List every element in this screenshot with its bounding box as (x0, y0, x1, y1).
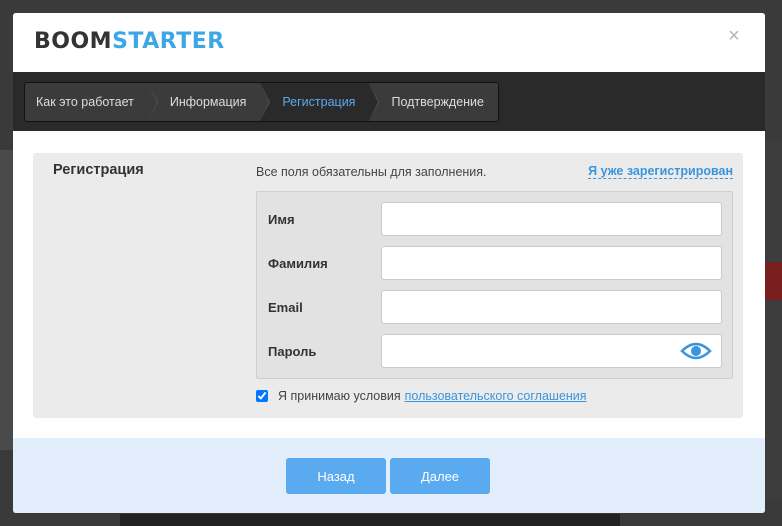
email-label: Email (268, 300, 303, 315)
logo-part-boom: BOOM (34, 29, 113, 54)
step-separator-inner (260, 83, 270, 121)
terms-agreement: Я принимаю условия пользовательского сог… (256, 389, 587, 403)
first-name-label: Имя (268, 212, 295, 227)
terms-checkbox[interactable] (256, 390, 268, 402)
modal-header: BOOMSTARTER × (13, 13, 765, 72)
step-how-it-works[interactable]: Как это работает (25, 83, 158, 121)
last-name-row: Фамилия (257, 246, 732, 282)
password-input[interactable] (381, 334, 722, 368)
last-name-label: Фамилия (268, 256, 328, 271)
email-row: Email (257, 290, 732, 326)
modal-footer: Назад Далее (13, 438, 765, 513)
step-information[interactable]: Информация (147, 83, 271, 121)
email-input[interactable] (381, 290, 722, 324)
background-bottom-strip (120, 514, 620, 526)
already-registered-link[interactable]: Я уже зарегистрирован (588, 164, 733, 179)
background-right-strip (762, 140, 782, 500)
step-separator-inner (369, 83, 379, 121)
first-name-row: Имя (257, 202, 732, 238)
steps-bar: Как это работает Информация Регистрация … (13, 72, 765, 131)
background-left-strip (0, 150, 13, 450)
last-name-input[interactable] (381, 246, 722, 280)
password-row: Пароль (257, 334, 732, 370)
boomstarter-logo: BOOMSTARTER (34, 29, 225, 54)
terms-text: Я принимаю условия (278, 389, 401, 403)
password-label: Пароль (268, 344, 317, 359)
step-confirmation[interactable]: Подтверждение (369, 83, 498, 121)
registration-form: Регистрация Все поля обязательны для зап… (33, 153, 743, 418)
logo-part-starter: STARTER (112, 29, 225, 54)
form-title: Регистрация (53, 162, 144, 178)
step-label: Как это работает (36, 95, 134, 109)
steps-nav: Как это работает Информация Регистрация … (24, 82, 499, 122)
next-button[interactable]: Далее (390, 458, 490, 494)
terms-link[interactable]: пользовательского соглашения (405, 389, 587, 403)
fields-box: Имя Фамилия Email Пароль (256, 191, 733, 379)
step-label: Подтверждение (391, 95, 484, 109)
step-label: Регистрация (282, 95, 356, 109)
required-note: Все поля обязательны для заполнения. (256, 165, 487, 179)
close-icon[interactable]: × (725, 26, 743, 46)
background-red-banner (762, 262, 782, 300)
back-button[interactable]: Назад (286, 458, 386, 494)
show-password-eye-icon[interactable] (680, 341, 712, 361)
step-separator-inner (147, 83, 157, 121)
step-registration[interactable]: Регистрация (260, 83, 380, 121)
registration-modal: BOOMSTARTER × Как это работает Информаци… (13, 13, 765, 513)
first-name-input[interactable] (381, 202, 722, 236)
step-label: Информация (169, 95, 247, 109)
